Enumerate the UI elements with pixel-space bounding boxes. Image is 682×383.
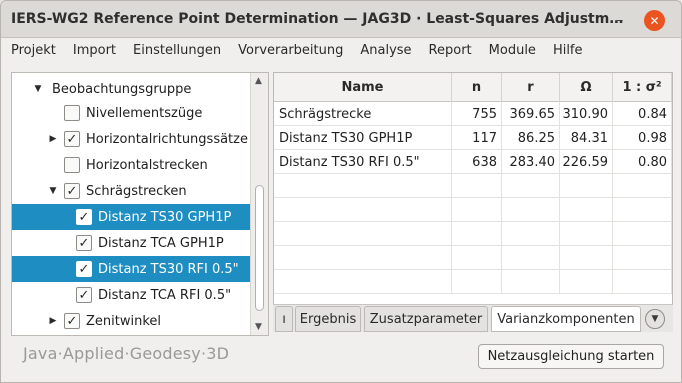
cell-variance-ratio: 0.98 [613, 126, 672, 150]
scroll-thumb[interactable] [255, 185, 264, 311]
tree-item-label: Horizontalrichtungssätze [86, 131, 248, 147]
table-row-empty [274, 270, 672, 294]
tree-item-zenitwinkel[interactable]: ▶ ✓ Zenitwinkel [12, 308, 250, 334]
table-row[interactable]: Distanz TS30 GPH1P 117 86.25 84.31 0.98 [274, 126, 672, 150]
tree-item-label: Distanz TS30 RFI 0.5" [98, 261, 239, 277]
checkbox[interactable]: ✓ [76, 261, 92, 277]
tree-item-label: Distanz TCA RFI 0.5" [98, 287, 232, 303]
column-header-omega[interactable]: Ω [560, 73, 613, 102]
tree-item-distanz-tca-gph1p[interactable]: ✓ Distanz TCA GPH1P [12, 230, 250, 256]
column-header-n[interactable]: n [452, 73, 502, 102]
checkbox[interactable] [64, 105, 80, 121]
tree-item-horizontalrichtungssaetze[interactable]: ▶ ✓ Horizontalrichtungssätze [12, 126, 250, 152]
menu-module[interactable]: Module [489, 43, 536, 58]
cell-n: 638 [452, 150, 502, 174]
tree-item-label: Distanz TS30 GPH1P [98, 209, 232, 225]
tree-item-nivellementszuege[interactable]: Nivellementszüge [12, 100, 250, 126]
tab-zusatzparameter[interactable]: Zusatzparameter [364, 306, 488, 332]
tree-item-label: Horizontalstrecken [86, 157, 208, 173]
menu-hilfe[interactable]: Hilfe [553, 43, 583, 58]
title-bar: IERS-WG2 Reference Point Determination —… [1, 1, 681, 38]
checkbox[interactable]: ✓ [64, 183, 80, 199]
window-title: IERS-WG2 Reference Point Determination —… [11, 11, 624, 27]
brand-logo-text: Java·Applied·Geodesy·3D [23, 344, 230, 363]
cell-variance-ratio: 0.80 [613, 150, 672, 174]
variance-table: Name n r Ω 1 : σ² Schrägstrecke 755 369.… [273, 72, 673, 332]
scroll-down-icon[interactable]: ▼ [255, 322, 262, 332]
tab-truncated[interactable]: ı [275, 306, 293, 332]
checkbox[interactable]: ✓ [64, 313, 80, 329]
cell-name: Distanz TS30 GPH1P [274, 126, 452, 150]
menu-bar: Projekt Import Einstellungen Vorverarbei… [1, 38, 681, 62]
cell-variance-ratio: 0.84 [613, 102, 672, 126]
cell-r: 369.65 [502, 102, 560, 126]
table-row-empty [274, 198, 672, 222]
tab-varianzkomponenten[interactable]: Varianzkomponenten [491, 306, 641, 332]
cell-omega: 84.31 [560, 126, 613, 150]
cell-r: 283.40 [502, 150, 560, 174]
checkbox[interactable]: ✓ [76, 235, 92, 251]
tab-menu-chevron-down-icon[interactable]: ▼ [645, 309, 665, 329]
tree-item-label: Beobachtungsgruppe [52, 81, 192, 97]
checkbox[interactable] [64, 157, 80, 173]
cell-name: Distanz TS30 RFI 0.5" [274, 150, 452, 174]
table-row-empty [274, 174, 672, 198]
tree-item-distanz-ts30-gph1p[interactable]: ✓ Distanz TS30 GPH1P [12, 204, 250, 230]
table-header: Name n r Ω 1 : σ² [274, 73, 672, 102]
menu-report[interactable]: Report [429, 43, 472, 58]
table-row-empty [274, 222, 672, 246]
minimize-button[interactable]: – [610, 10, 630, 30]
tree-item-label: Zenitwinkel [86, 313, 162, 329]
tree-item-label: Nivellementszüge [86, 105, 203, 121]
tree-item-schraegstrecken[interactable]: ▼ ✓ Schrägstrecken [12, 178, 250, 204]
tree-item-distanz-tca-rfi[interactable]: ✓ Distanz TCA RFI 0.5" [12, 282, 250, 308]
tree-item-beobachtungsgruppe[interactable]: ▼ Beobachtungsgruppe [12, 76, 250, 102]
cell-omega: 226.59 [560, 150, 613, 174]
column-header-r[interactable]: r [502, 73, 560, 102]
cell-name: Schrägstrecke [274, 102, 452, 126]
expand-arrow-icon[interactable]: ▼ [47, 186, 59, 196]
collapse-arrow-icon[interactable]: ▶ [47, 316, 59, 326]
table-row-empty [274, 246, 672, 270]
checkbox[interactable]: ✓ [76, 209, 92, 225]
checkbox[interactable]: ✓ [64, 131, 80, 147]
menu-vorverarbeitung[interactable]: Vorverarbeitung [238, 43, 343, 58]
close-button[interactable]: ✕ [644, 10, 665, 31]
cell-n: 117 [452, 126, 502, 150]
tree-panel: ▼ Beobachtungsgruppe Nivellementszüge ▶ … [11, 72, 269, 336]
checkbox[interactable]: ✓ [76, 287, 92, 303]
start-adjustment-button[interactable]: Netzausgleichung starten [478, 344, 664, 369]
table-row[interactable]: Distanz TS30 RFI 0.5" 638 283.40 226.59 … [274, 150, 672, 174]
menu-analyse[interactable]: Analyse [360, 43, 411, 58]
column-header-name[interactable]: Name [274, 73, 452, 102]
menu-einstellungen[interactable]: Einstellungen [133, 43, 221, 58]
tree-item-label: Distanz TCA GPH1P [98, 235, 224, 251]
scroll-up-icon[interactable]: ▲ [255, 76, 262, 86]
tab-ergebnis[interactable]: Ergebnis [295, 306, 361, 332]
menu-import[interactable]: Import [73, 43, 116, 58]
tree-item-label: Schrägstrecken [86, 183, 187, 199]
column-header-variance-ratio[interactable]: 1 : σ² [613, 73, 672, 102]
cell-omega: 310.90 [560, 102, 613, 126]
tree-item-distanz-ts30-rfi[interactable]: ✓ Distanz TS30 RFI 0.5" [12, 256, 250, 282]
table-row[interactable]: Schrägstrecke 755 369.65 310.90 0.84 [274, 102, 672, 126]
menu-projekt[interactable]: Projekt [11, 43, 56, 58]
cell-r: 86.25 [502, 126, 560, 150]
app-window: IERS-WG2 Reference Point Determination —… [0, 0, 682, 383]
tree-item-horizontalstrecken[interactable]: Horizontalstrecken [12, 152, 250, 178]
cell-n: 755 [452, 102, 502, 126]
tree-scrollbar[interactable]: ▲ ▼ [250, 73, 268, 335]
expand-arrow-icon[interactable]: ▼ [32, 84, 44, 94]
result-tab-bar: ı Ergebnis Zusatzparameter Varianzkompon… [273, 304, 673, 332]
collapse-arrow-icon[interactable]: ▶ [47, 134, 59, 144]
